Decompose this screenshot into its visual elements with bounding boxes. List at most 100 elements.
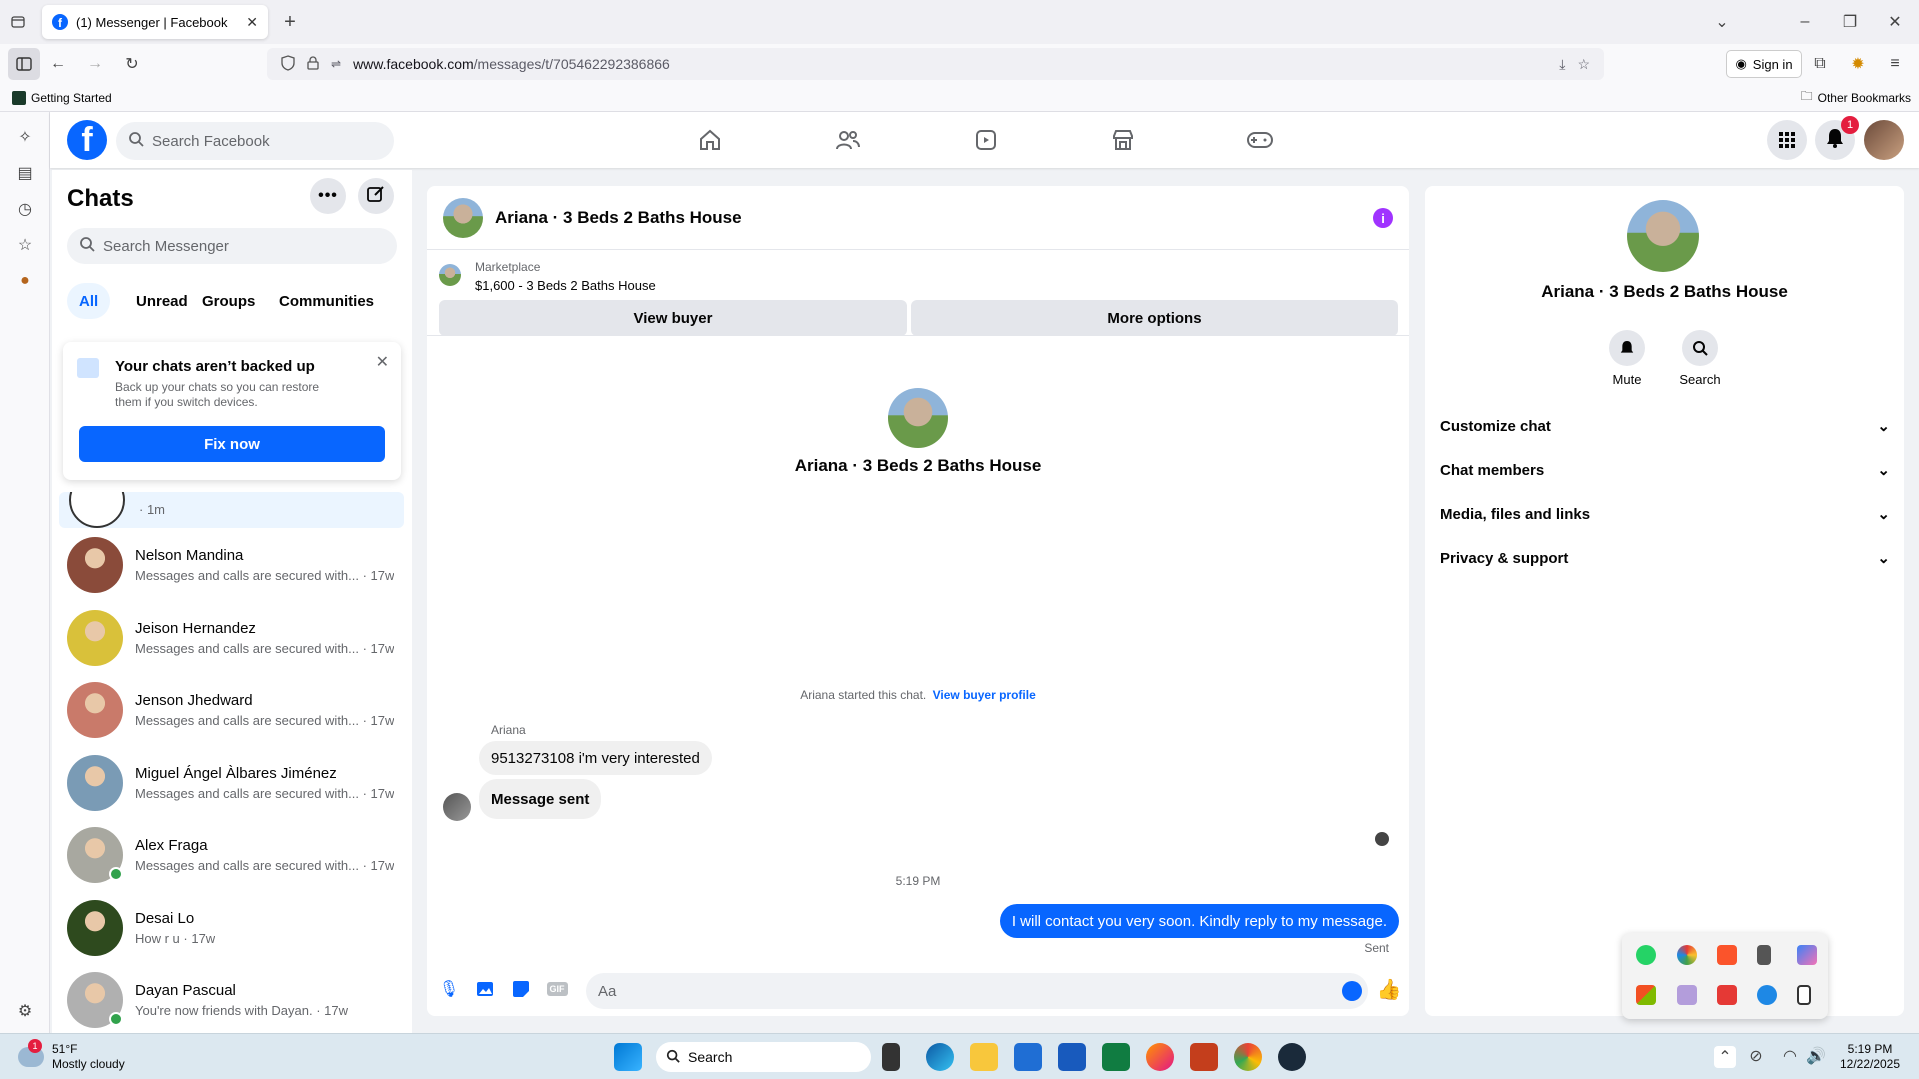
more-options-button[interactable]: More options (911, 300, 1398, 336)
microphone-icon[interactable]: 🎙 (439, 979, 459, 999)
windows-update-icon[interactable] (1636, 985, 1656, 1005)
chat-list-item[interactable]: Desai Lo How r u · 17w (59, 892, 404, 964)
notifications-button[interactable]: 1 (1815, 116, 1859, 160)
other-bookmarks[interactable]: 🗀 Other Bookmarks (1801, 87, 1911, 108)
tab-list-icon[interactable] (8, 12, 28, 32)
section-customize-chat[interactable]: Customize chat ⌄ (1440, 408, 1890, 444)
photo-icon[interactable] (475, 979, 495, 999)
close-icon[interactable]: ✕ (376, 352, 389, 372)
chat-list-item[interactable]: Jenson Jhedward Messages and calls are se… (59, 674, 404, 746)
getting-started-bookmark[interactable]: Getting Started (12, 90, 112, 105)
file-explorer-icon[interactable] (970, 1043, 998, 1071)
gaming-nav-icon[interactable] (1240, 120, 1280, 160)
chat-list-item[interactable]: Nelson Mandina Messages and calls are sec… (59, 529, 404, 601)
info-icon[interactable]: i (1373, 208, 1393, 228)
filter-groups-tab[interactable]: Groups (190, 283, 267, 319)
profile-avatar[interactable] (1864, 120, 1904, 160)
permissions-icon[interactable]: ⇌ (331, 57, 341, 71)
brave-icon[interactable] (1717, 945, 1737, 965)
new-message-button[interactable] (358, 178, 394, 214)
filter-unread-tab[interactable]: Unread (124, 283, 200, 319)
network-off-icon[interactable]: ⊘ (1746, 1046, 1766, 1066)
facebook-search-input[interactable]: Search Facebook (116, 122, 394, 160)
lock-icon[interactable] (307, 55, 319, 73)
emoji-icon[interactable] (1342, 981, 1362, 1001)
incoming-message-2[interactable]: Message sent (479, 779, 602, 819)
chat-avatar[interactable] (443, 197, 483, 238)
clock[interactable]: 5:19 PM 12/22/2025 (1834, 1042, 1906, 1072)
firefox-icon[interactable] (1146, 1043, 1174, 1071)
synced-tabs-icon[interactable]: ▤ (14, 162, 36, 184)
listing-title[interactable]: $1,600 - 3 Beds 2 Baths House (475, 278, 656, 293)
chat-list-item[interactable]: Miguel Ángel Àlbares Jiménez Messages and… (59, 747, 404, 819)
pdf-icon[interactable] (1717, 985, 1737, 1005)
reload-icon[interactable]: ↻ (122, 54, 142, 74)
messenger-search-input[interactable]: Search Messenger (67, 228, 397, 264)
new-tab-icon[interactable]: + (280, 11, 300, 33)
settings-gear-icon[interactable]: ⚙ (14, 1000, 36, 1022)
address-bar[interactable]: ⇌ www.facebook.com/messages/t/7054622923… (267, 48, 1604, 80)
message-input[interactable]: Aa (586, 973, 1368, 1009)
marketplace-nav-icon[interactable] (1103, 120, 1143, 160)
search-conversation-button[interactable]: Search (1675, 330, 1725, 387)
ai-sparkle-icon[interactable]: ✧ (14, 126, 36, 148)
filter-all-tab[interactable]: All (67, 283, 111, 319)
view-buyer-profile-link[interactable]: View buyer profile (933, 688, 1036, 702)
extension-cookie-icon[interactable]: ✹ (1848, 54, 1868, 74)
history-icon[interactable]: ◷ (14, 198, 36, 220)
download-icon[interactable]: ⤓ (1559, 56, 1565, 73)
start-windows-icon[interactable] (614, 1043, 642, 1071)
browser-tab-active[interactable]: f (1) Messenger | Facebook ✕ (42, 5, 268, 39)
chat-list-item[interactable]: Alex Fraga Messages and calls are secured… (59, 819, 404, 891)
chat-list-item[interactable]: Jeison Hernandez Messages and calls are s… (59, 602, 404, 674)
minimize-icon[interactable]: – (1795, 12, 1815, 32)
fix-now-button[interactable]: Fix now (79, 426, 385, 462)
chevron-down-icon[interactable]: ⌄ (1712, 12, 1732, 32)
watch-nav-icon[interactable] (966, 120, 1006, 160)
wifi-icon[interactable]: ◠ (1780, 1046, 1800, 1066)
outgoing-message[interactable]: I will contact you very soon. Kindly rep… (999, 904, 1399, 938)
incoming-message[interactable]: 9513273108 i'm very interested (479, 741, 712, 775)
word-icon[interactable] (1058, 1043, 1086, 1071)
store-icon[interactable] (1014, 1043, 1042, 1071)
close-window-icon[interactable]: ✕ (1885, 12, 1905, 32)
powerpoint-icon[interactable] (1190, 1043, 1218, 1071)
thumbs-up-icon[interactable]: 👍 (1377, 977, 1402, 1001)
section-chat-members[interactable]: Chat members ⌄ (1440, 452, 1890, 488)
filter-communities-tab[interactable]: Communities (267, 283, 386, 319)
excel-icon[interactable] (1102, 1043, 1130, 1071)
app-icon[interactable] (1278, 1043, 1306, 1071)
copilot-icon[interactable] (1797, 945, 1817, 965)
volume-icon[interactable]: 🔊 (1806, 1046, 1826, 1066)
section-privacy-support[interactable]: Privacy & support ⌄ (1440, 540, 1890, 576)
menu-grid-button[interactable] (1767, 120, 1807, 160)
bookmarks-icon[interactable]: ☆ (14, 234, 36, 256)
chrome-icon[interactable] (1234, 1043, 1262, 1071)
menu-icon[interactable]: ≡ (1885, 54, 1905, 74)
bookmark-star-icon[interactable]: ☆ (1577, 56, 1590, 73)
extensions-icon[interactable]: ⧉ (1810, 54, 1830, 74)
usb-drive-icon[interactable] (1797, 985, 1811, 1005)
facebook-logo-icon[interactable]: f (67, 120, 107, 160)
view-buyer-button[interactable]: View buyer (439, 300, 907, 336)
close-tab-icon[interactable]: ✕ (246, 14, 258, 31)
pen-icon[interactable] (1677, 985, 1697, 1005)
friends-nav-icon[interactable] (828, 120, 868, 160)
chat-list-item[interactable]: Dayan Pascual You're now friends with Day… (59, 964, 404, 1036)
conversation-title[interactable]: Ariana · 3 Beds 2 Baths House (495, 208, 742, 228)
tray-chevron-icon[interactable]: ⌃ (1714, 1046, 1736, 1068)
cookie-extension-icon[interactable]: ● (14, 270, 36, 292)
sign-in-button[interactable]: ◉ Sign in (1726, 50, 1802, 78)
edge-icon[interactable] (926, 1043, 954, 1071)
sidebar-toggle-icon[interactable] (8, 48, 40, 80)
color-picker-icon[interactable] (1677, 945, 1697, 965)
weather-widget[interactable]: 1 51°F Mostly cloudy (18, 1039, 125, 1074)
taskbar-search[interactable]: Search (656, 1042, 871, 1072)
task-view-icon[interactable] (882, 1043, 900, 1071)
gif-icon[interactable]: GIF (546, 979, 568, 999)
shield-icon[interactable] (281, 54, 295, 74)
restore-icon[interactable]: ❐ (1840, 12, 1860, 32)
mute-button[interactable]: Mute (1607, 330, 1647, 387)
forward-icon[interactable]: → (85, 54, 105, 74)
usb-icon[interactable] (1757, 945, 1771, 965)
